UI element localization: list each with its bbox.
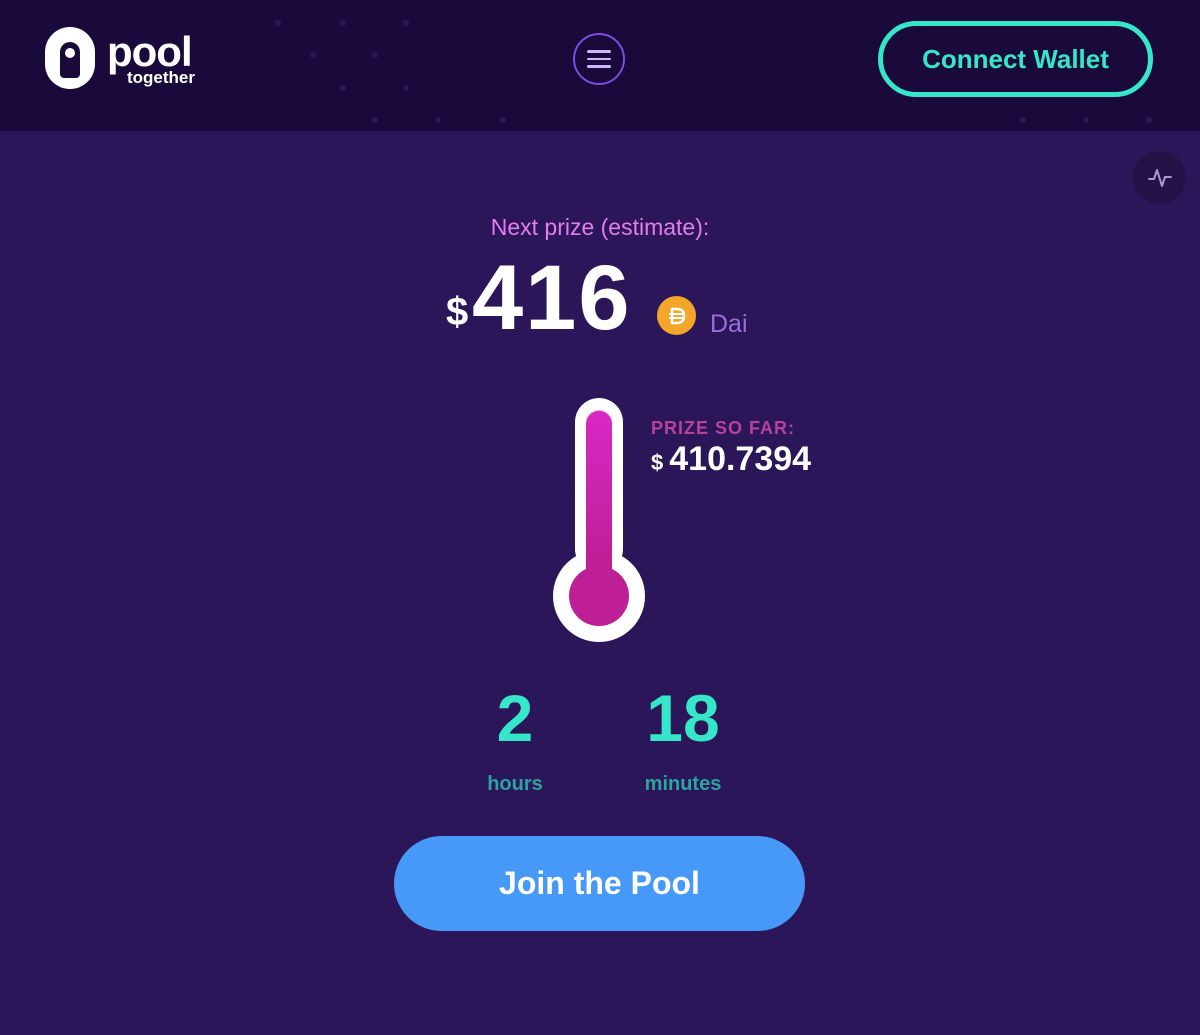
prize-so-far-amount: 410.7394 — [669, 440, 812, 478]
join-the-pool-button[interactable]: Join the Pool — [394, 836, 805, 931]
dai-token-icon — [657, 296, 696, 335]
hamburger-icon — [587, 50, 611, 53]
prize-so-far-currency: $ — [651, 450, 664, 475]
thermometer-fill — [586, 410, 612, 586]
prize-so-far-value: $410.7394 — [651, 440, 811, 479]
pooltogether-logo[interactable]: pool together — [45, 27, 195, 89]
next-prize-label: Next prize (estimate): — [490, 214, 710, 240]
minutes-label: minutes — [644, 773, 722, 795]
prize-amount: 416 — [472, 247, 632, 349]
countdown-minutes: 18 minutes — [623, 685, 743, 796]
connect-wallet-button[interactable]: Connect Wallet — [878, 21, 1153, 97]
logo-subtext: together — [127, 67, 195, 87]
minutes-value: 18 — [646, 681, 720, 755]
hours-label: hours — [487, 773, 543, 795]
countdown-hours: 2 hours — [455, 685, 575, 796]
activity-pulse-icon — [1147, 168, 1172, 187]
activity-button[interactable] — [1133, 151, 1186, 204]
prize-currency-symbol: $ — [446, 290, 469, 334]
prize-thermometer — [553, 398, 645, 642]
pool-logo-icon — [45, 27, 95, 89]
top-header: pool together Connect Wallet — [0, 0, 1200, 131]
hours-value: 2 — [496, 681, 534, 755]
menu-button[interactable] — [573, 33, 625, 85]
logo-wordmark: pool — [107, 27, 193, 75]
prize-so-far-label: PRIZE SO FAR: — [651, 418, 796, 438]
token-label: Dai — [710, 310, 748, 338]
